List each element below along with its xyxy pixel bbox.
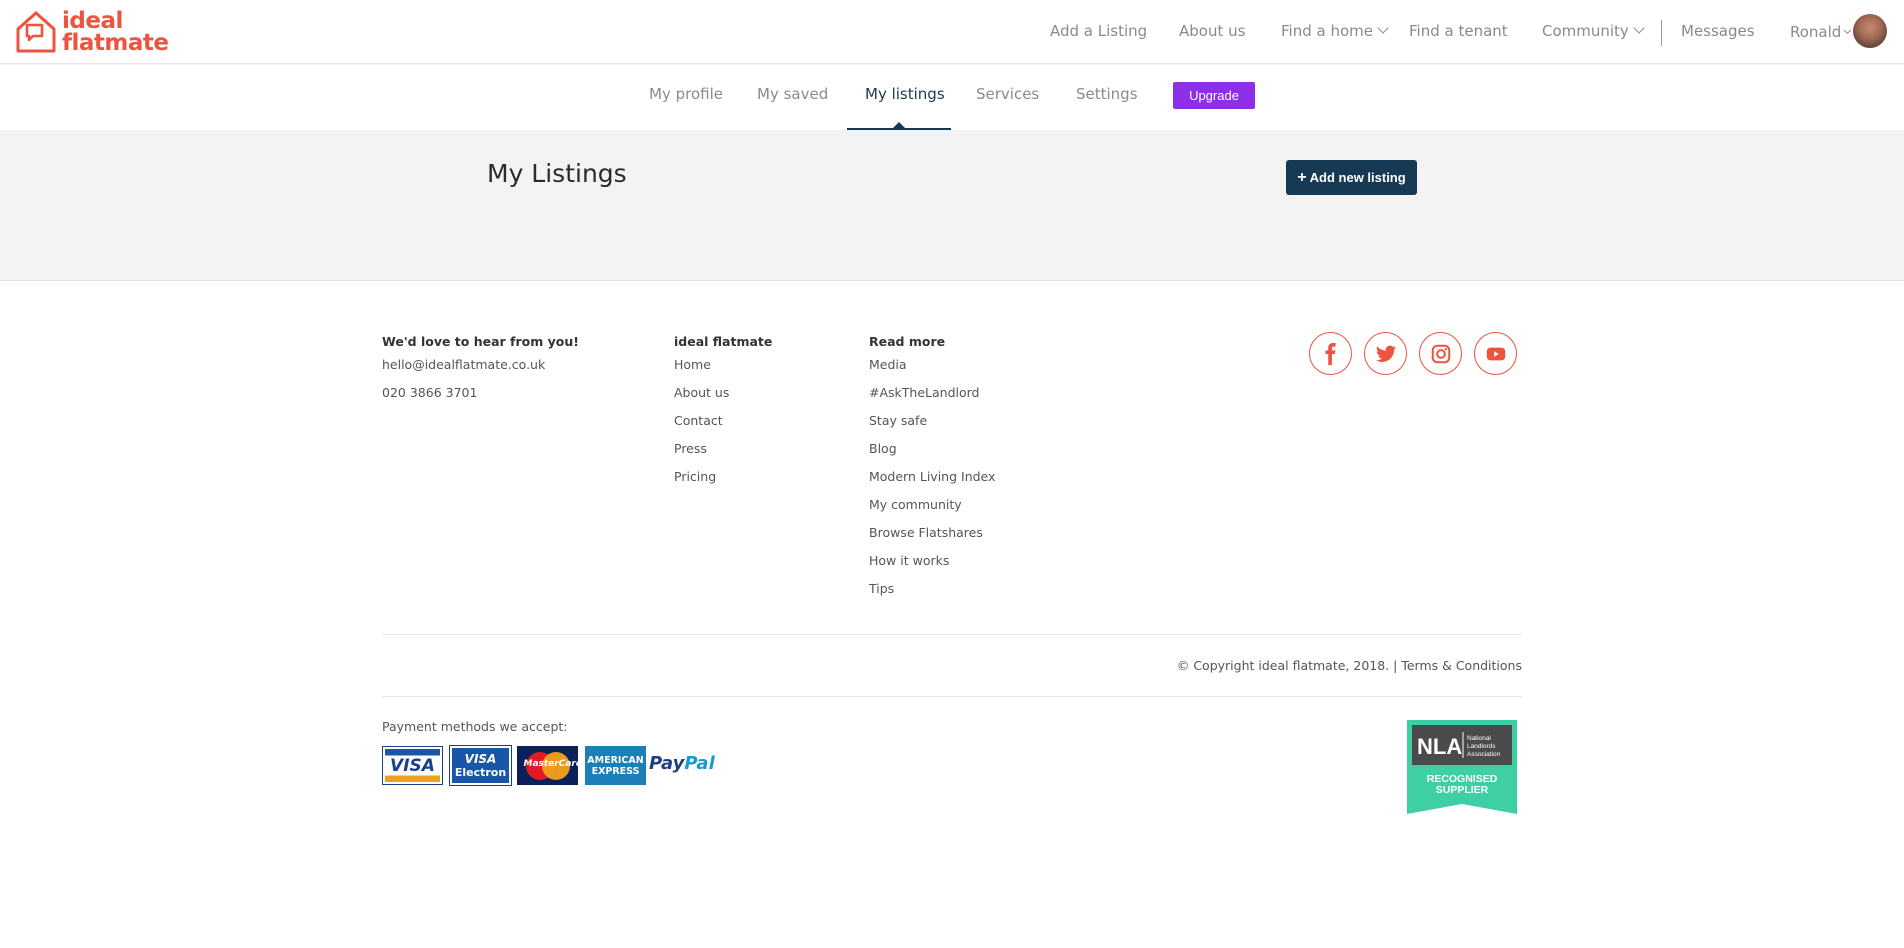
footer-phone: 020 3866 3701: [382, 385, 478, 400]
nav-community-label: Community: [1542, 22, 1629, 40]
footer-link-contact[interactable]: Contact: [674, 413, 772, 441]
site-logo[interactable]: ideal flatmate: [14, 9, 174, 55]
page-title: My Listings: [487, 159, 627, 188]
nav-messages[interactable]: Messages: [1681, 22, 1755, 40]
twitter-icon: [1375, 345, 1396, 362]
user-name: Ronald: [1790, 23, 1842, 41]
payment-methods-label: Payment methods we accept:: [382, 719, 568, 734]
amex-bottom: EXPRESS: [591, 765, 640, 777]
nav-divider: [1661, 20, 1662, 46]
nla-abbr: NLA: [1417, 734, 1462, 759]
listings-header-band: [0, 130, 1904, 281]
account-subnav: My profile My saved My listings Services…: [0, 65, 1904, 130]
mastercard-circles: MasterCard: [523, 751, 583, 780]
nla-name-1: National: [1467, 735, 1491, 742]
footer-email-link[interactable]: hello@idealflatmate.co.uk: [382, 357, 579, 385]
instagram-icon: [1431, 344, 1450, 363]
footer-ideal-heading: ideal flatmate: [674, 334, 773, 349]
footer-read-heading: Read more: [869, 334, 946, 349]
facebook-link[interactable]: [1309, 332, 1352, 375]
chevron-down-icon: [1633, 22, 1645, 34]
nla-recognised-supplier-badge: NLA National Landlords Association RECOG…: [1407, 720, 1517, 814]
paypal-part-b: Pal: [684, 753, 715, 774]
footer-link-modern-living[interactable]: Modern Living Index: [869, 469, 995, 497]
footer-link-ask-landlord[interactable]: #AskTheLandlord: [869, 385, 995, 413]
nav-community[interactable]: Community: [1542, 22, 1645, 40]
nla-name-3: Association: [1467, 751, 1501, 758]
footer-ideal-flatmate: ideal flatmate Home About us Contact Pre…: [674, 334, 772, 497]
amex-card-icon: AMERICAN EXPRESS: [585, 746, 646, 785]
footer-link-how-it-works[interactable]: How it works: [869, 553, 995, 581]
nav-find-home-label: Find a home: [1281, 22, 1373, 40]
footer-link-media[interactable]: Media: [869, 357, 995, 385]
twitter-link[interactable]: [1364, 332, 1407, 375]
add-new-listing-button[interactable]: + Add new listing: [1286, 160, 1417, 195]
nav-about-us[interactable]: About us: [1179, 22, 1245, 40]
instagram-link[interactable]: [1419, 332, 1462, 375]
tab-my-saved[interactable]: My saved: [757, 85, 828, 103]
visa-card-icon: VISA: [382, 746, 443, 785]
logo-text: ideal flatmate: [62, 8, 169, 56]
footer-link-my-community[interactable]: My community: [869, 497, 995, 525]
nav-find-home[interactable]: Find a home: [1281, 22, 1389, 40]
facebook-icon: [1325, 342, 1336, 365]
nla-name-2: Landlords: [1467, 743, 1496, 750]
logo-line-1: ideal: [62, 8, 123, 34]
nla-line-2: SUPPLIER: [1436, 784, 1489, 796]
tab-my-listings[interactable]: My listings: [865, 85, 945, 103]
nav-add-listing[interactable]: Add a Listing: [1050, 22, 1147, 40]
visa-electron-top: VISA: [464, 751, 497, 766]
footer-link-blog[interactable]: Blog: [869, 441, 995, 469]
nav-find-tenant[interactable]: Find a tenant: [1409, 22, 1508, 40]
footer-divider: [382, 634, 1522, 635]
tab-services[interactable]: Services: [976, 85, 1039, 103]
footer-link-press[interactable]: Press: [674, 441, 772, 469]
paypal-logo: PayPal: [649, 753, 715, 774]
plus-icon: +: [1297, 168, 1307, 186]
footer-link-home[interactable]: Home: [674, 357, 772, 385]
footer-contact: We'd love to hear from you! hello@idealf…: [382, 334, 579, 413]
top-header: ideal flatmate Add a Listing About us Fi…: [0, 0, 1904, 64]
copyright-text[interactable]: © Copyright ideal flatmate, 2018. | Term…: [1177, 658, 1522, 673]
tab-my-profile[interactable]: My profile: [649, 85, 723, 103]
upgrade-button[interactable]: Upgrade: [1173, 82, 1255, 109]
nav-user-menu[interactable]: Ronald: [1790, 23, 1852, 41]
tab-settings[interactable]: Settings: [1076, 85, 1138, 103]
footer-link-pricing[interactable]: Pricing: [674, 469, 772, 497]
logo-house-icon: [16, 11, 56, 53]
chevron-down-icon: [1844, 26, 1852, 35]
footer-contact-heading: We'd love to hear from you!: [382, 334, 579, 349]
footer-link-stay-safe[interactable]: Stay safe: [869, 413, 995, 441]
mastercard-label: MasterCard: [523, 758, 583, 769]
avatar[interactable]: [1853, 14, 1887, 48]
footer-link-tips[interactable]: Tips: [869, 581, 995, 609]
logo-line-2: flatmate: [62, 30, 169, 56]
footer-link-browse-flatshares[interactable]: Browse Flatshares: [869, 525, 995, 553]
youtube-link[interactable]: [1474, 332, 1517, 375]
mastercard-card-icon: MasterCard: [517, 746, 583, 785]
footer-link-about[interactable]: About us: [674, 385, 772, 413]
visa-card-face: VISA: [385, 749, 440, 782]
footer-read-more: Read more Media #AskTheLandlord Stay saf…: [869, 334, 995, 609]
add-new-listing-label: Add new listing: [1309, 170, 1406, 185]
youtube-icon: [1486, 347, 1505, 360]
footer-divider: [382, 696, 1522, 697]
paypal-part-a: Pay: [649, 753, 685, 774]
visa-electron-bottom: Electron: [454, 765, 507, 779]
chevron-down-icon: [1377, 22, 1389, 34]
visa-electron-card-icon: VISA Electron: [449, 745, 512, 786]
amex-top: AMERICAN: [587, 754, 644, 766]
